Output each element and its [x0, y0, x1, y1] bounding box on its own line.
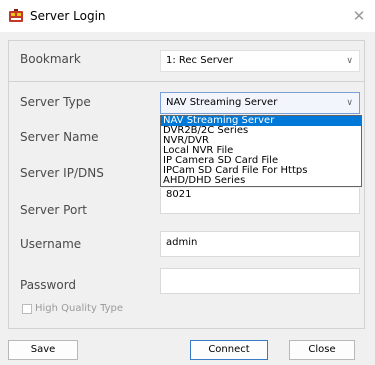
bookmark-value: 1: Rec Server	[166, 55, 234, 66]
username-label: Username	[20, 237, 82, 251]
close-icon[interactable]: ✕	[347, 4, 371, 28]
save-button[interactable]: Save	[8, 340, 78, 360]
server-port-value: 8021	[166, 189, 192, 200]
server-port-label: Server Port	[20, 203, 87, 217]
dropdown-option[interactable]: AHD/DHD Series	[161, 176, 361, 186]
password-label: Password	[20, 278, 77, 292]
server-login-dialog: Server Login ✕ Bookmark 1: Rec Server ∨ …	[0, 0, 375, 365]
window-title: Server Login	[30, 9, 106, 23]
server-name-label: Server Name	[20, 130, 99, 144]
server-type-select[interactable]: NAV Streaming Server ∨	[160, 92, 360, 114]
bookmark-label: Bookmark	[20, 52, 81, 66]
high-quality-checkbox[interactable]	[22, 304, 32, 314]
server-port-input[interactable]: 8021	[160, 188, 360, 214]
high-quality-label: High Quality Type	[35, 303, 124, 314]
server-type-value: NAV Streaming Server	[166, 97, 278, 108]
username-input[interactable]: admin	[160, 231, 360, 257]
close-button[interactable]: Close	[289, 340, 355, 360]
username-value: admin	[166, 237, 198, 248]
title-bar: Server Login ✕	[0, 0, 375, 32]
password-input[interactable]	[160, 268, 360, 294]
server-ip-label: Server IP/DNS	[20, 166, 104, 180]
chevron-down-icon: ∨	[346, 56, 353, 66]
chevron-down-icon: ∨	[346, 98, 353, 108]
bookmark-select[interactable]: 1: Rec Server ∨	[160, 50, 360, 72]
server-type-label: Server Type	[20, 95, 91, 109]
server-type-dropdown: NAV Streaming Server DVR2B/2C Series NVR…	[160, 115, 362, 187]
app-logo-icon	[9, 9, 23, 22]
connect-button[interactable]: Connect	[190, 340, 268, 360]
